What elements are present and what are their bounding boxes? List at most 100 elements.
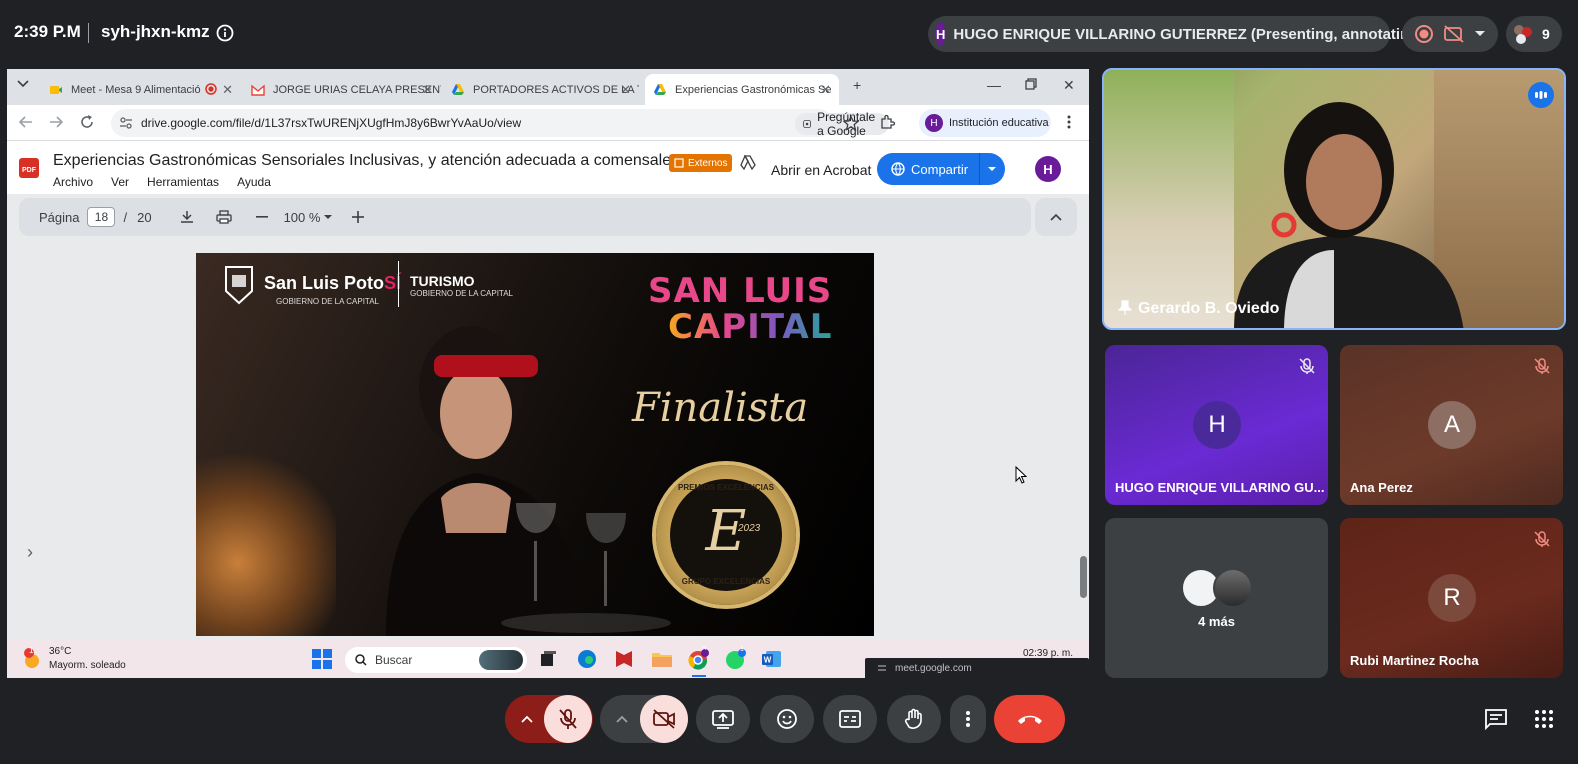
zoom-out-icon[interactable] xyxy=(255,216,268,218)
pdf-title: Experiencias Gastronómicas Sensoriales I… xyxy=(53,152,693,169)
participant-tile-ana[interactable]: A Ana Perez xyxy=(1340,345,1563,505)
gmail-favicon-icon xyxy=(251,84,265,96)
scrollbar-thumb[interactable] xyxy=(1080,556,1087,598)
present-screen-button[interactable] xyxy=(696,695,750,743)
reactions-button[interactable] xyxy=(760,695,814,743)
browser-tab-pdf[interactable]: Experiencias Gastronómicas Se ✕ xyxy=(645,74,839,105)
open-in-acrobat-button[interactable]: Abrir en Acrobat xyxy=(771,162,871,178)
recording-icon[interactable] xyxy=(1414,24,1434,44)
weather-badge: 1 xyxy=(29,646,34,655)
participant-tile-hugo[interactable]: H HUGO ENRIQUE VILLARINO GU... xyxy=(1105,345,1328,505)
chevron-up-icon xyxy=(1050,213,1062,221)
taskbar-search[interactable]: Buscar xyxy=(345,647,527,673)
tooltip-text: meet.google.com xyxy=(895,662,972,674)
camera-toggle-button[interactable] xyxy=(640,695,688,743)
close-tab-icon[interactable]: ✕ xyxy=(222,82,233,98)
search-highlight-image xyxy=(479,650,523,670)
menu-ver[interactable]: Ver xyxy=(111,175,129,189)
raise-hand-button[interactable] xyxy=(887,695,941,743)
extensions-icon[interactable] xyxy=(879,114,895,130)
speaking-indicator-icon xyxy=(1528,82,1554,108)
url-text: drive.google.com/file/d/1L37rsxTwURENjXU… xyxy=(141,116,522,130)
page-number-input[interactable]: 18 xyxy=(87,207,116,227)
finalista-text: Finalista xyxy=(632,385,809,431)
microphone-toggle-button[interactable] xyxy=(544,695,592,743)
new-tab-icon[interactable]: + xyxy=(853,77,861,93)
lens-icon xyxy=(803,120,811,128)
site-info-icon[interactable] xyxy=(119,116,133,130)
close-tab-icon[interactable]: ✕ xyxy=(422,82,433,98)
print-icon[interactable] xyxy=(215,210,232,224)
file-explorer-icon[interactable] xyxy=(651,649,673,669)
tab-list-chevron-icon[interactable] xyxy=(17,80,29,88)
settings-sliders-icon xyxy=(878,665,886,671)
pin-icon[interactable] xyxy=(1118,300,1132,316)
divider xyxy=(398,261,399,307)
shared-screen: Meet - Mesa 9 Alimentació ✕ JORGE URIAS … xyxy=(7,69,1089,678)
bookmark-star-icon[interactable] xyxy=(843,115,859,131)
award-seal: PREMIOS EXCELENCIAS E 2023 GRUPO EXCELEN… xyxy=(656,465,796,605)
forward-icon[interactable] xyxy=(49,115,63,129)
brand-right-sub: GOBIERNO DE LA CAPITAL xyxy=(410,289,513,298)
expand-sidebar-icon[interactable]: › xyxy=(27,542,33,563)
reload-icon[interactable] xyxy=(79,114,95,130)
people-button[interactable]: 9 xyxy=(1506,16,1562,52)
tab-label: JORGE URIAS CELAYA PRESENT xyxy=(273,83,441,96)
browser-menu-icon[interactable] xyxy=(1067,114,1071,130)
presenter-indicator[interactable]: H HUGO ENRIQUE VILLARINO GUTIERREZ (Pres… xyxy=(928,16,1423,52)
address-bar[interactable]: drive.google.com/file/d/1L37rsxTwURENjXU… xyxy=(111,109,890,138)
profile-chip[interactable]: H Institución educativa xyxy=(919,109,1051,137)
more-participants-tile[interactable]: 4 más xyxy=(1105,518,1328,678)
zoom-level[interactable]: 100 % xyxy=(284,210,321,225)
tab-recording-icon xyxy=(205,83,217,95)
chrome-icon[interactable] xyxy=(688,649,710,671)
participant-tile-rubi[interactable]: R Rubi Martinez Rocha xyxy=(1340,518,1563,678)
brand-left-sub: GOBIERNO DE LA CAPITAL xyxy=(276,297,379,306)
close-tab-icon[interactable]: ✕ xyxy=(620,82,631,98)
more-options-button[interactable] xyxy=(950,695,986,743)
menu-archivo[interactable]: Archivo xyxy=(53,175,93,189)
edge-icon[interactable] xyxy=(577,649,597,669)
mcafee-icon[interactable] xyxy=(614,649,634,669)
meeting-info-icon[interactable] xyxy=(216,24,234,42)
close-window-icon[interactable]: ✕ xyxy=(1063,77,1075,94)
external-badge-label: Externos xyxy=(688,157,728,169)
activities-grid-icon[interactable] xyxy=(1534,709,1554,729)
menu-herramientas[interactable]: Herramientas xyxy=(147,175,219,189)
restore-icon[interactable] xyxy=(1025,78,1037,90)
pdf-page-image: San Luis PotoSÍ GOBIERNO DE LA CAPITAL T… xyxy=(196,253,874,636)
windows-start-icon[interactable] xyxy=(312,649,332,669)
chevron-down-icon[interactable] xyxy=(1474,30,1486,38)
camera-options-chevron-icon[interactable] xyxy=(616,715,628,723)
download-icon[interactable] xyxy=(180,210,194,224)
present-screen-icon xyxy=(712,710,734,729)
account-avatar[interactable]: H xyxy=(1035,156,1061,182)
zoom-in-icon[interactable] xyxy=(352,211,365,223)
profile-label: Institución educativa xyxy=(949,117,1049,129)
mic-off-icon xyxy=(559,709,577,729)
leave-call-button[interactable] xyxy=(994,695,1065,743)
whatsapp-badge: 1 xyxy=(740,646,744,653)
chat-icon[interactable] xyxy=(1484,708,1508,730)
globe-icon xyxy=(891,162,905,176)
captions-off-icon[interactable] xyxy=(1443,24,1465,44)
collapse-toolbar-button[interactable] xyxy=(1035,198,1077,236)
browser-tab-meet[interactable]: Meet - Mesa 9 Alimentació ✕ xyxy=(41,74,241,105)
word-icon[interactable]: W xyxy=(762,649,782,669)
close-tab-icon[interactable]: ✕ xyxy=(820,82,831,98)
recording-controls[interactable] xyxy=(1402,16,1498,52)
task-view-icon[interactable] xyxy=(539,650,557,668)
featured-participant-tile[interactable]: Gerardo B. Oviedo xyxy=(1102,68,1566,330)
browser-tab-gmail[interactable]: JORGE URIAS CELAYA PRESENT ✕ xyxy=(243,74,441,105)
participant-name: HUGO ENRIQUE VILLARINO GU... xyxy=(1115,480,1325,495)
captions-button[interactable] xyxy=(823,695,877,743)
menu-ayuda[interactable]: Ayuda xyxy=(237,175,271,189)
shared-drive-icon[interactable] xyxy=(739,154,757,172)
participant-name: Rubi Martinez Rocha xyxy=(1350,653,1479,668)
minimize-icon[interactable]: — xyxy=(987,77,1001,93)
browser-tab-drive-sheet[interactable]: PORTADORES ACTIVOS DE LA T ✕ xyxy=(443,74,639,105)
weather-temperature: 36°C xyxy=(49,646,72,657)
back-icon[interactable] xyxy=(19,115,33,129)
mic-options-chevron-icon[interactable] xyxy=(521,715,533,723)
share-button[interactable]: Compartir xyxy=(877,153,1005,185)
